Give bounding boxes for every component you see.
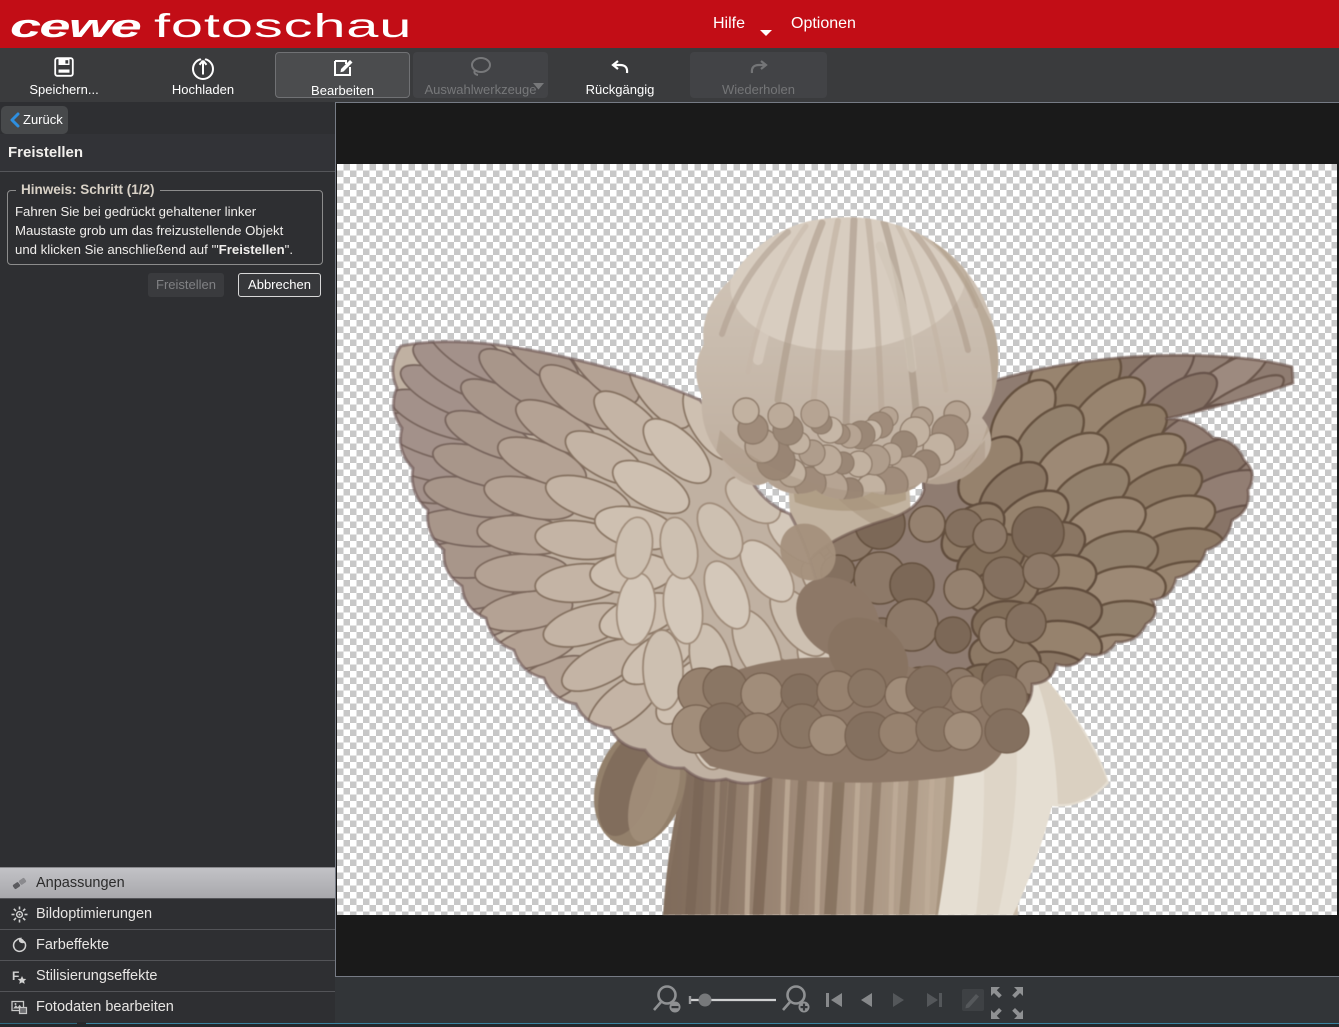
svg-text:F: F bbox=[12, 969, 19, 983]
